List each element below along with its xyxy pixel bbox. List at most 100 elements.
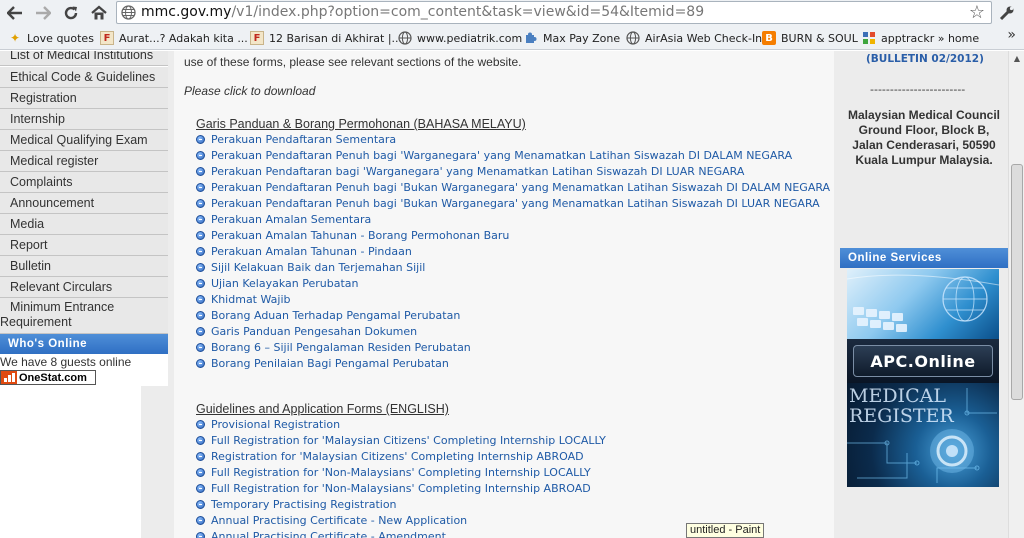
- download-link[interactable]: Perakuan Amalan Tahunan - Borang Permoho…: [196, 227, 509, 243]
- download-link[interactable]: Perakuan Pendaftaran Penuh bagi 'Wargane…: [196, 147, 792, 163]
- nav-item-relevant-circulars[interactable]: Relevant Circulars: [0, 277, 168, 298]
- nav-item-report[interactable]: Report: [0, 235, 168, 256]
- download-link-label: Perakuan Pendaftaran Penuh bagi 'Bukan W…: [211, 180, 831, 194]
- guests-online-text: We have 8 guests online: [0, 355, 132, 369]
- download-link-label: Garis Panduan Pengesahan Dokumen: [211, 324, 418, 338]
- reload-icon[interactable]: [60, 2, 82, 24]
- nav-item-minimum-entrance[interactable]: Minimum Entrance Requirement: [0, 298, 168, 334]
- link-bullet-icon: [196, 294, 205, 304]
- download-link[interactable]: Temporary Practising Registration: [196, 496, 397, 512]
- download-link[interactable]: Perakuan Amalan Sementara: [196, 211, 371, 227]
- medical-register-banner[interactable]: MEDICAL REGISTER: [847, 383, 999, 487]
- main-content: use of these forms, please see relevant …: [174, 51, 834, 538]
- scroll-up-arrow-icon[interactable]: ▲: [1011, 53, 1023, 65]
- nav-item-medical-register[interactable]: Medical register: [0, 151, 168, 172]
- apc-online-button[interactable]: APC.Online: [853, 345, 993, 377]
- download-link-label: Borang Aduan Terhadap Pengamal Perubatan: [211, 308, 461, 322]
- left-gutter: [141, 386, 168, 538]
- bookmark-label: Aurat...? Adakah kita ...: [119, 31, 248, 45]
- vertical-scrollbar[interactable]: ▲: [1008, 51, 1024, 538]
- english-section-title: Guidelines and Application Forms (ENGLIS…: [196, 402, 449, 416]
- download-link[interactable]: Perakuan Amalan Tahunan - Pindaan: [196, 243, 412, 259]
- bookmark-apptrackr[interactable]: apptrackr » home: [862, 30, 979, 46]
- wrench-icon[interactable]: [996, 2, 1018, 24]
- download-link-label: Borang Penilaian Bagi Pengamal Perubatan: [211, 356, 449, 370]
- download-link[interactable]: Registration for 'Malaysian Citizens' Co…: [196, 448, 584, 464]
- onestat-badge[interactable]: OneStat.com: [0, 370, 96, 385]
- link-bullet-icon: [196, 134, 205, 144]
- link-bullet-icon: [196, 467, 205, 477]
- download-link[interactable]: Full Registration for 'Malaysian Citizen…: [196, 432, 606, 448]
- nav-item-internship[interactable]: Internship: [0, 109, 168, 130]
- download-link[interactable]: Annual Practising Certificate - Amendmen…: [196, 528, 446, 538]
- bookmark-aurat[interactable]: F Aurat...? Adakah kita ...: [100, 30, 248, 46]
- link-bullet-icon: [196, 358, 205, 368]
- bookmark-12-barisan[interactable]: F 12 Barisan di Akhirat |...: [250, 30, 402, 46]
- download-link[interactable]: Borang Aduan Terhadap Pengamal Perubatan: [196, 307, 460, 323]
- bookmark-pediatrik[interactable]: www.pediatrik.com: [398, 30, 522, 46]
- address-line: Kuala Lumpur Malaysia.: [855, 153, 993, 167]
- download-link-label: Perakuan Amalan Tahunan - Pindaan: [211, 244, 412, 258]
- bookmark-star-icon: ✦: [9, 31, 21, 45]
- link-bullet-icon: [196, 419, 205, 429]
- browser-window: mmc.gov.my/v1/index.php?option=com_conte…: [0, 0, 1024, 538]
- star-icon[interactable]: ☆: [969, 3, 985, 23]
- medical-register-line2: REGISTER: [849, 405, 954, 427]
- link-bullet-icon: [196, 435, 205, 445]
- medical-register-line1: MEDICAL: [849, 385, 946, 407]
- download-link[interactable]: Perakuan Pendaftaran Penuh bagi 'Bukan W…: [196, 179, 830, 195]
- forward-arrow-icon[interactable]: [32, 2, 54, 24]
- bookmark-max-pay-zone[interactable]: Max Pay Zone: [524, 30, 620, 46]
- nav-item-registration[interactable]: Registration: [0, 88, 168, 109]
- download-link[interactable]: Borang Penilaian Bagi Pengamal Perubatan: [196, 355, 449, 371]
- link-bullet-icon: [196, 310, 205, 320]
- download-link[interactable]: Garis Panduan Pengesahan Dokumen: [196, 323, 417, 339]
- link-bullet-icon: [196, 342, 205, 352]
- nav-item-medical-institutions[interactable]: List of Medical Institutions: [0, 51, 168, 66]
- download-link[interactable]: Perakuan Pendaftaran Penuh bagi 'Bukan W…: [196, 195, 820, 211]
- online-services-banner[interactable]: [847, 269, 999, 339]
- nav-item-ethical-code[interactable]: Ethical Code & Guidelines: [0, 67, 168, 88]
- download-link[interactable]: Full Registration for 'Non-Malaysians' C…: [196, 464, 591, 480]
- download-link[interactable]: Perakuan Pendaftaran bagi 'Warganegara' …: [196, 163, 744, 179]
- puzzle-icon: [524, 31, 538, 45]
- browser-toolbar: mmc.gov.my/v1/index.php?option=com_conte…: [0, 0, 1024, 26]
- nav-item-label-line2: Requirement: [0, 315, 72, 329]
- bookmark-burn-and-soul[interactable]: B BURN & SOUL: [762, 30, 858, 46]
- link-bullet-icon: [196, 515, 205, 525]
- download-link[interactable]: Annual Practising Certificate - New Appl…: [196, 512, 467, 528]
- apc-online-banner[interactable]: APC.Online: [847, 339, 999, 383]
- download-link[interactable]: Provisional Registration: [196, 416, 340, 432]
- download-link[interactable]: Perakuan Pendaftaran Sementara: [196, 131, 396, 147]
- download-link-label: Annual Practising Certificate - Amendmen…: [211, 529, 446, 538]
- f-logo-icon: F: [100, 31, 114, 45]
- bookmark-airasia[interactable]: AirAsia Web Check-In: [626, 30, 762, 46]
- download-link[interactable]: Ujian Kelayakan Perubatan: [196, 275, 359, 291]
- link-bullet-icon: [196, 166, 205, 176]
- nav-item-announcement[interactable]: Announcement: [0, 193, 168, 214]
- nav-item-bulletin[interactable]: Bulletin: [0, 256, 168, 277]
- page-globe-icon: [121, 5, 136, 24]
- bulletin-link[interactable]: (BULLETIN 02/2012): [866, 53, 984, 65]
- globe-icon: [626, 31, 640, 45]
- url-text: mmc.gov.my/v1/index.php?option=com_conte…: [141, 4, 704, 20]
- url-host: mmc.gov.my: [141, 4, 232, 20]
- scrollbar-thumb[interactable]: [1011, 164, 1023, 400]
- back-arrow-icon[interactable]: [4, 2, 26, 24]
- right-column: (BULLETIN 02/2012) ---------------------…: [840, 51, 1008, 538]
- nav-item-media[interactable]: Media: [0, 214, 168, 235]
- home-icon[interactable]: [88, 2, 110, 24]
- nav-item-complaints[interactable]: Complaints: [0, 172, 168, 193]
- nav-item-qualifying-exam[interactable]: Medical Qualifying Exam: [0, 130, 168, 151]
- url-path: /v1/index.php?option=com_content&task=vi…: [231, 4, 705, 20]
- bookmarks-overflow-button[interactable]: »: [1007, 27, 1016, 43]
- address-bar[interactable]: mmc.gov.my/v1/index.php?option=com_conte…: [116, 1, 992, 24]
- onestat-logo-icon: [1, 371, 17, 384]
- download-link[interactable]: Khidmat Wajib: [196, 291, 291, 307]
- online-services-header: Online Services: [840, 248, 1008, 268]
- download-link[interactable]: Borang 6 – Sijil Pengalaman Residen Peru…: [196, 339, 471, 355]
- download-link[interactable]: Sijil Kelakuan Baik dan Terjemahan Sijil: [196, 259, 425, 275]
- bookmark-love-quotes[interactable]: ✦ Love quotes: [8, 30, 94, 46]
- download-link[interactable]: Full Registration for 'Non-Malaysians' C…: [196, 480, 591, 496]
- download-link-label: Full Registration for 'Non-Malaysians' C…: [211, 481, 591, 495]
